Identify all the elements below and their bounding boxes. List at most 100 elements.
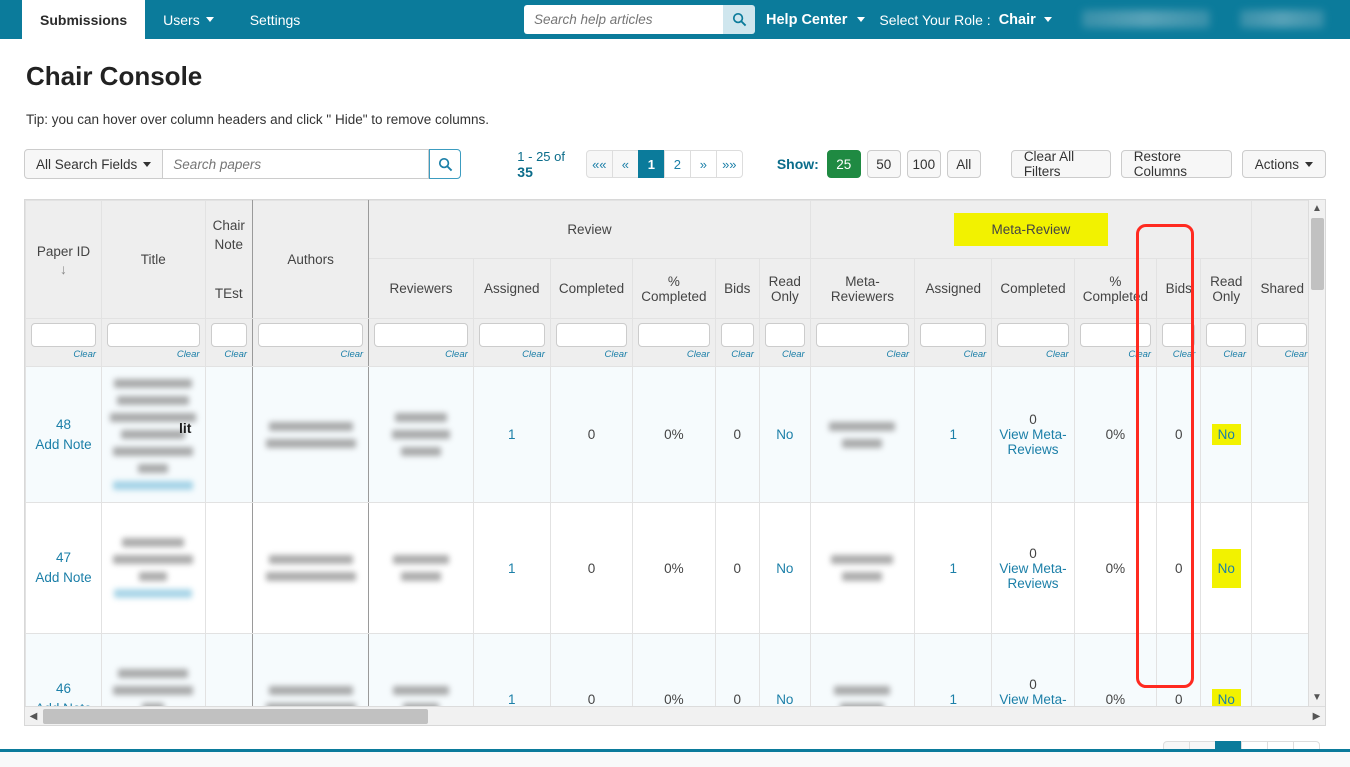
review-read-only-link[interactable]: No [776, 561, 793, 576]
page-1-button[interactable]: 1 [637, 150, 665, 178]
filter-input-paper-id[interactable] [31, 323, 97, 347]
scroll-left-arrow-icon[interactable]: ◀ [25, 711, 42, 722]
meta-read-only-link[interactable]: No [1211, 548, 1241, 588]
filter-clear-meta-pct[interactable]: Clear [1080, 349, 1151, 360]
review-assigned-link[interactable]: 1 [508, 427, 516, 442]
scroll-up-arrow-icon[interactable]: ▲ [1309, 200, 1325, 217]
col-header-review-read-only[interactable]: Read Only [758, 258, 811, 319]
actions-button[interactable]: Actions [1241, 150, 1326, 178]
filter-clear-review-bids[interactable]: Clear [721, 349, 754, 360]
filter-clear-review-assigned[interactable]: Clear [479, 349, 545, 360]
page-size-50-button[interactable]: 50 [866, 150, 901, 178]
page-next-button[interactable]: » [689, 150, 717, 178]
col-header-review-completed[interactable]: Completed [549, 258, 634, 319]
filter-clear-meta-assigned[interactable]: Clear [920, 349, 987, 360]
filter-input-authors[interactable] [258, 323, 364, 347]
col-header-review-bids[interactable]: Bids [714, 258, 760, 319]
filter-input-review-bids[interactable] [720, 323, 754, 347]
filter-clear-meta-reviewers[interactable]: Clear [816, 349, 910, 360]
filter-clear-chair-note[interactable]: Clear [211, 349, 247, 360]
page-last-button[interactable]: »» [715, 150, 743, 178]
help-center-link[interactable]: Help Center [766, 12, 847, 28]
col-header-chair-note[interactable]: Chair Note TEst [204, 200, 254, 319]
paper-id-link[interactable]: 46 [56, 681, 71, 696]
filter-input-meta-bids[interactable] [1162, 323, 1196, 347]
col-header-reviewers[interactable]: Reviewers [368, 258, 474, 319]
filter-clear-authors[interactable]: Clear [258, 349, 364, 360]
cell-chair-note[interactable] [204, 366, 254, 503]
scroll-right-arrow-icon[interactable]: ▶ [1308, 711, 1325, 722]
view-meta-reviews-link[interactable]: View Meta-Reviews [999, 561, 1066, 591]
filter-clear-review-completed[interactable]: Clear [556, 349, 628, 360]
col-header-shared[interactable]: Shared [1251, 258, 1308, 319]
col-header-paper-id[interactable]: Paper ID ↓ [25, 200, 103, 319]
filter-input-reviewers[interactable] [374, 323, 468, 347]
paper-id-link[interactable]: 47 [56, 550, 71, 565]
page-first-button[interactable]: «« [585, 150, 613, 178]
meta-assigned-link[interactable]: 1 [950, 561, 958, 576]
filter-input-meta-read-only[interactable] [1206, 323, 1247, 347]
page-prev-button[interactable]: « [611, 150, 639, 178]
add-note-link[interactable]: Add Note [35, 570, 91, 585]
filter-clear-review-pct[interactable]: Clear [638, 349, 710, 360]
restore-columns-button[interactable]: Restore Columns [1120, 149, 1232, 179]
paper-id-link[interactable]: 48 [56, 417, 71, 432]
review-read-only-link[interactable]: No [776, 427, 793, 442]
table-row[interactable]: 46 Add Note [25, 633, 1308, 707]
col-header-meta-assigned[interactable]: Assigned [914, 258, 993, 319]
horizontal-scroll-thumb[interactable] [43, 709, 428, 724]
filter-clear-meta-bids[interactable]: Clear [1162, 349, 1196, 360]
col-header-title[interactable]: Title [101, 200, 206, 319]
filter-input-meta-assigned[interactable] [920, 323, 987, 347]
nav-tab-settings[interactable]: Settings [232, 0, 319, 39]
page-size-25-button[interactable]: 25 [826, 150, 861, 178]
view-meta-reviews-link[interactable]: View Meta-Reviews [999, 692, 1066, 707]
role-value[interactable]: Chair [999, 12, 1036, 28]
filter-input-chair-note[interactable] [210, 323, 248, 347]
filter-input-meta-pct[interactable] [1079, 323, 1152, 347]
nav-tab-users[interactable]: Users [145, 0, 232, 39]
filter-input-review-read-only[interactable] [764, 323, 805, 347]
col-header-review-assigned[interactable]: Assigned [472, 258, 551, 319]
vertical-scroll-thumb[interactable] [1311, 218, 1324, 290]
col-header-meta-pct-completed[interactable]: % Completed [1073, 258, 1158, 319]
page-2-button[interactable]: 2 [663, 150, 691, 178]
search-fields-dropdown[interactable]: All Search Fields [24, 149, 164, 179]
meta-assigned-link[interactable]: 1 [950, 692, 958, 707]
col-header-meta-reviewers[interactable]: Meta- Reviewers [809, 258, 916, 319]
scroll-down-arrow-icon[interactable]: ▼ [1309, 689, 1325, 706]
cell-chair-note[interactable] [204, 633, 254, 706]
filter-input-title[interactable] [107, 323, 200, 347]
search-papers-input[interactable] [163, 149, 430, 179]
sort-descending-icon[interactable]: ↓ [27, 261, 100, 277]
col-header-meta-bids[interactable]: Bids [1156, 258, 1202, 319]
page-size-all-button[interactable]: All [946, 150, 981, 178]
filter-input-review-assigned[interactable] [478, 323, 545, 347]
filter-input-shared[interactable] [1257, 323, 1308, 347]
view-meta-reviews-link[interactable]: View Meta-Reviews [999, 427, 1066, 457]
filter-clear-title[interactable]: Clear [107, 349, 200, 360]
filter-clear-review-read-only[interactable]: Clear [765, 349, 805, 360]
filter-input-meta-completed[interactable] [997, 323, 1069, 347]
table-row[interactable]: 48 Add Note lit 1 0 0% 0 No 1 0 View Met… [25, 366, 1308, 503]
meta-read-only-link[interactable]: No [1211, 688, 1241, 706]
review-assigned-link[interactable]: 1 [508, 692, 516, 707]
meta-read-only-link[interactable]: No [1211, 424, 1241, 445]
table-row[interactable]: 47 Add Note 1 0 0% 0 No 1 0 View Meta-Re… [25, 502, 1308, 634]
add-note-link[interactable]: Add Note [35, 437, 91, 452]
review-read-only-link[interactable]: No [776, 692, 793, 707]
col-header-authors[interactable]: Authors [252, 200, 370, 319]
page-size-100-button[interactable]: 100 [906, 150, 941, 178]
filter-clear-meta-completed[interactable]: Clear [997, 349, 1069, 360]
horizontal-scrollbar[interactable]: ◀ ▶ [25, 706, 1325, 725]
vertical-scrollbar[interactable]: ▲ ▼ [1308, 200, 1325, 706]
cell-chair-note[interactable] [204, 502, 254, 634]
col-header-meta-read-only[interactable]: Read Only [1200, 258, 1253, 319]
help-search-input[interactable] [524, 5, 723, 34]
col-header-review-pct-completed[interactable]: % Completed [632, 258, 716, 319]
filter-clear-reviewers[interactable]: Clear [374, 349, 468, 360]
filter-input-meta-reviewers[interactable] [815, 323, 910, 347]
filter-input-review-pct[interactable] [638, 323, 710, 347]
review-assigned-link[interactable]: 1 [508, 561, 516, 576]
clear-all-filters-button[interactable]: Clear All Filters [1010, 149, 1111, 179]
